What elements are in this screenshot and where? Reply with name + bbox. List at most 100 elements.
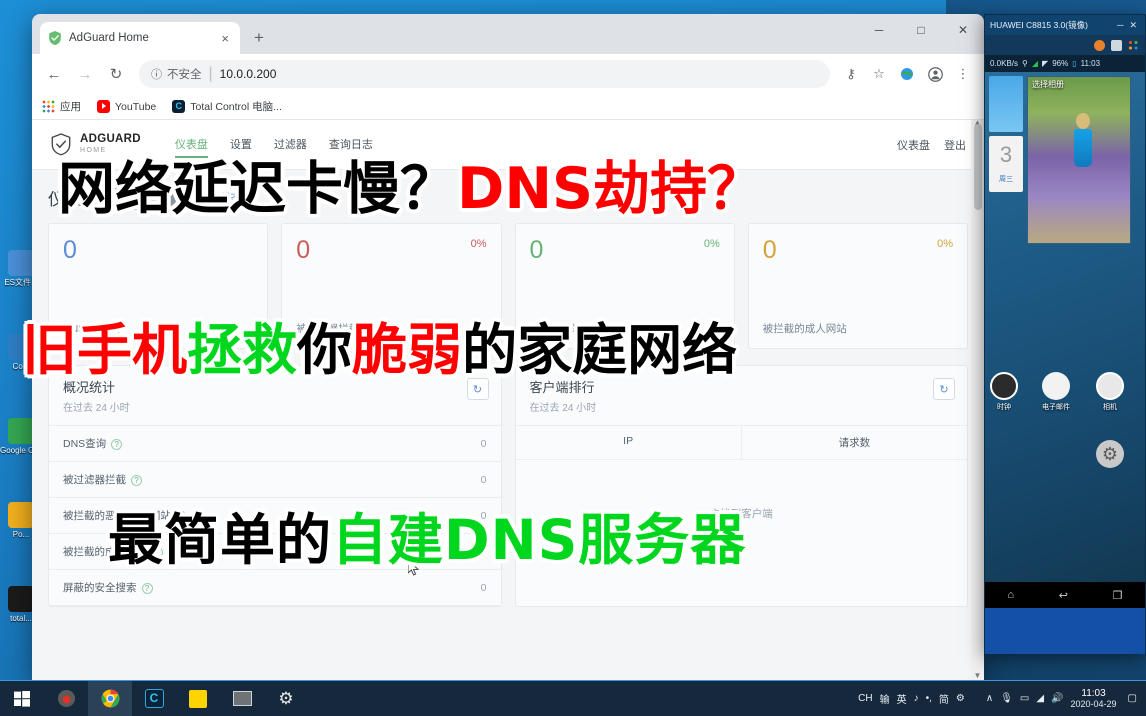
help-icon[interactable]: ? bbox=[131, 475, 142, 486]
microphone-icon[interactable]: 🎙 bbox=[1000, 693, 1013, 704]
taskbar-settings[interactable]: ⚙ bbox=[264, 681, 308, 716]
app-icon bbox=[8, 502, 34, 528]
wifi-icon: ◢ bbox=[1031, 59, 1039, 68]
nav-right-dashboard[interactable]: 仪表盘 bbox=[897, 137, 930, 153]
volume-icon[interactable]: 🔊 bbox=[1051, 693, 1063, 704]
maximize-button[interactable]: □ bbox=[900, 14, 942, 46]
close-tab-icon[interactable]: × bbox=[218, 31, 232, 46]
photo-subject bbox=[1076, 113, 1090, 129]
help-icon[interactable]: ? bbox=[111, 439, 123, 450]
phone-back-icon[interactable]: ↩ bbox=[1059, 589, 1068, 602]
notification-center-icon[interactable]: ▢ bbox=[1128, 693, 1137, 704]
ime-tone-icon[interactable]: ♪ bbox=[914, 693, 919, 704]
taskbar-total-control[interactable]: C bbox=[132, 681, 176, 716]
total-control-icon: C bbox=[172, 100, 186, 113]
stat-row-label: 屏蔽的安全搜索? bbox=[63, 580, 153, 595]
phone-home-screen[interactable]: 3 周三 选择相册 时钟 电子邮件 相机 ⚙ bbox=[985, 72, 1145, 582]
window-controls: ─ □ ✕ bbox=[858, 14, 984, 54]
taskbar-clock[interactable]: 11:03 2020-04-29 bbox=[1071, 688, 1117, 710]
ime-mode-icon[interactable]: 英 bbox=[897, 691, 907, 706]
back-button[interactable]: ← bbox=[40, 60, 68, 88]
bookmark-label: Total Control 电脑... bbox=[190, 101, 282, 113]
omnibox-separator: | bbox=[208, 65, 213, 82]
photo-album-widget[interactable]: 选择相册 bbox=[1027, 76, 1131, 244]
new-tab-button[interactable]: + bbox=[254, 28, 264, 48]
chrome-menu-icon[interactable]: ⋮ bbox=[950, 61, 976, 87]
phone-recents-icon[interactable]: ❐ bbox=[1113, 589, 1123, 602]
mute-icon[interactable] bbox=[1094, 39, 1105, 51]
phone-toolbar bbox=[985, 35, 1145, 55]
phone-minimize-button[interactable]: ─ bbox=[1114, 20, 1126, 30]
tray-expand-chevron-icon[interactable]: ∧ bbox=[986, 693, 993, 704]
headline-segment: 你 bbox=[297, 318, 353, 382]
clock-time: 11:03 bbox=[1081, 687, 1106, 699]
apps-grid-icon bbox=[42, 100, 55, 113]
help-icon[interactable]: ? bbox=[141, 583, 153, 594]
bookmark-youtube[interactable]: YouTube bbox=[97, 100, 156, 113]
refresh-icon[interactable]: ↻ bbox=[933, 378, 955, 400]
column-header-ip[interactable]: IP bbox=[516, 426, 742, 459]
reload-button[interactable]: ↻ bbox=[102, 60, 130, 88]
headline-segment: 网络延迟卡慢？ bbox=[58, 156, 457, 222]
panel-subtitle: 在过去 24 小时 bbox=[63, 403, 130, 414]
apps-grid-icon[interactable] bbox=[1128, 39, 1139, 51]
scroll-down-arrow[interactable]: ▼ bbox=[973, 671, 982, 680]
browser-tab-adguard[interactable]: AdGuard Home × bbox=[40, 22, 240, 54]
usb-device-icon[interactable]: ▭ bbox=[1020, 693, 1029, 704]
minimize-button[interactable]: ─ bbox=[858, 14, 900, 46]
bookmark-apps[interactable]: 应用 bbox=[42, 99, 81, 114]
start-button[interactable] bbox=[0, 681, 44, 716]
profile-avatar-icon[interactable] bbox=[922, 61, 948, 87]
ime-settings-icon[interactable]: ⚙ bbox=[956, 693, 965, 704]
ime-simplified-icon[interactable]: 简 bbox=[939, 691, 949, 706]
page-scrollbar[interactable]: ▲ ▼ bbox=[971, 120, 984, 680]
phone-close-button[interactable]: ✕ bbox=[1126, 20, 1140, 31]
column-header-requests[interactable]: 请求数 bbox=[742, 426, 967, 459]
address-bar[interactable]: ⓘ 不安全 | 10.0.0.200 bbox=[139, 60, 830, 88]
calendar-day: 3 bbox=[999, 142, 1013, 167]
phone-clock: 11:03 bbox=[1080, 59, 1101, 68]
bookmark-total-control[interactable]: C Total Control 电脑... bbox=[172, 99, 282, 114]
recording-icon bbox=[57, 689, 75, 708]
stat-row-value: 0 bbox=[480, 473, 487, 486]
globe-extension-icon[interactable] bbox=[894, 61, 920, 87]
stat-percent: 0% bbox=[703, 238, 720, 250]
calendar-widget[interactable]: 3 周三 bbox=[989, 136, 1023, 192]
headline-segment: 自建DNS服务器 bbox=[332, 508, 747, 572]
ime-punctuation-icon[interactable]: •, bbox=[926, 693, 932, 704]
bookmark-star-icon[interactable]: ☆ bbox=[866, 61, 892, 87]
app-camera[interactable]: 相机 bbox=[1095, 372, 1125, 412]
taskbar-chrome[interactable] bbox=[88, 680, 132, 716]
total-control-icon bbox=[8, 586, 34, 612]
stat-card-blocked-adult[interactable]: 0 0% 被拦截的成人网站 bbox=[747, 223, 968, 349]
taskbar-media[interactable] bbox=[220, 681, 264, 716]
export-icon[interactable] bbox=[1111, 39, 1122, 51]
headline-line-2: 旧手机拯救你脆弱的家庭网络 bbox=[22, 305, 737, 385]
phone-home-icon[interactable]: ⌂ bbox=[1007, 589, 1014, 601]
weather-widget[interactable] bbox=[989, 76, 1023, 132]
ime-keyboard-icon[interactable]: 输 bbox=[880, 691, 890, 706]
phone-mirror-window: HUAWEI C8815 3.0(镜像) ─ ✕ 0.0KB/s ⚲ ◢ ◤ 9… bbox=[984, 14, 1146, 654]
taskbar-notes[interactable] bbox=[176, 681, 220, 716]
stat-value: 0 bbox=[762, 236, 777, 264]
clients-table-header: IP 请求数 bbox=[515, 426, 967, 460]
taskbar-recording-app[interactable] bbox=[44, 681, 88, 716]
password-key-icon[interactable]: ⚷ bbox=[838, 61, 864, 87]
scrollbar-thumb[interactable] bbox=[974, 124, 982, 210]
bookmark-label: 应用 bbox=[60, 101, 81, 113]
system-tray: CH 输 英 ♪ •, 简 ⚙ ∧ 🎙 ▭ ◢ 🔊 11:03 2020-04-… bbox=[858, 688, 1146, 710]
taskbar-items: C ⚙ bbox=[0, 680, 308, 716]
headline-segment: 最简单的 bbox=[108, 508, 333, 572]
email-icon bbox=[1042, 372, 1070, 400]
nav-right-logout[interactable]: 登出 bbox=[944, 137, 966, 153]
total-control-icon: C bbox=[144, 689, 164, 708]
ime-language-indicator[interactable]: CH bbox=[858, 693, 872, 704]
stat-row: DNS查询? 0 bbox=[49, 426, 501, 462]
app-clock[interactable]: 时钟 bbox=[989, 372, 1019, 412]
network-icon[interactable]: ◢ bbox=[1036, 693, 1044, 704]
app-settings[interactable]: ⚙ bbox=[1095, 440, 1125, 468]
forward-button[interactable]: → bbox=[71, 60, 99, 88]
close-window-button[interactable]: ✕ bbox=[942, 14, 984, 46]
app-email[interactable]: 电子邮件 bbox=[1041, 372, 1071, 412]
site-info-icon[interactable]: ⓘ bbox=[151, 66, 162, 82]
